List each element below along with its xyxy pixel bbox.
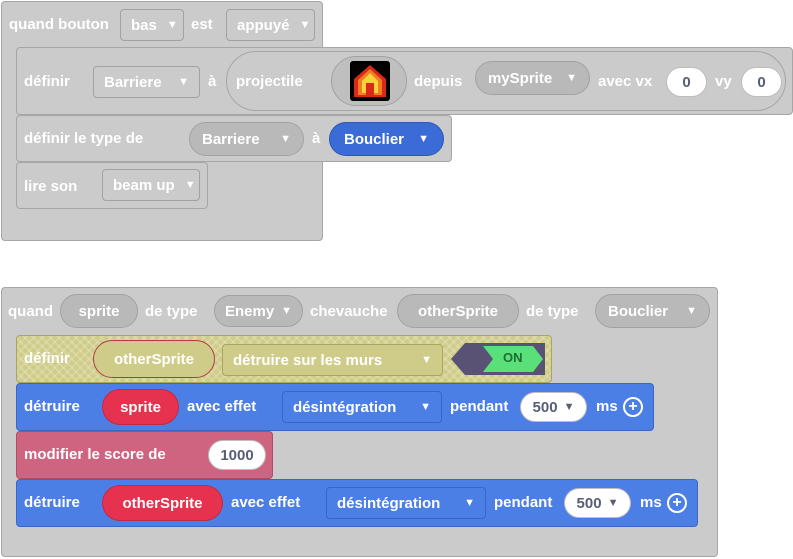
house-sprite-icon <box>350 61 390 101</box>
of-kind-label-1: de type <box>145 303 198 320</box>
chevron-down-icon: ▼ <box>166 19 178 31</box>
effect-value-1: désintégration <box>293 398 397 416</box>
chevron-down-icon: ▼ <box>299 19 311 31</box>
destroy-target-pill-1[interactable]: sprite <box>102 389 179 425</box>
toggle-on-label: ON <box>503 350 523 365</box>
chevron-down-icon: ▼ <box>418 133 429 145</box>
sound-dropdown[interactable]: beam up ▼ <box>102 169 200 201</box>
chevron-down-icon: ▼ <box>464 497 475 509</box>
set-label: définir <box>24 73 70 90</box>
kind-variable-dropdown[interactable]: Barriere ▼ <box>189 122 304 156</box>
vy-input[interactable]: 0 <box>741 67 782 97</box>
hat-est-label: est <box>191 16 213 33</box>
chevron-down-icon: ▼ <box>280 133 291 145</box>
plus-circle-icon[interactable]: + <box>667 493 687 513</box>
to-label: à <box>208 73 217 90</box>
other-sprite-param-pill[interactable]: otherSprite <box>397 294 519 328</box>
overlaps-label: chevauche <box>310 303 388 320</box>
on-off-toggle[interactable]: ON <box>451 343 545 375</box>
chevron-down-icon: ▼ <box>421 354 432 366</box>
sprite-dropdown[interactable]: mySprite ▼ <box>475 61 590 95</box>
chevron-down-icon: ▼ <box>566 72 577 84</box>
ms-label-2: ms <box>640 494 662 511</box>
flag-value: détruire sur les murs <box>233 351 383 369</box>
other-sprite-param-value: otherSprite <box>417 302 498 320</box>
flag-sprite-pill[interactable]: otherSprite <box>93 340 215 378</box>
chevron-down-icon: ▼ <box>563 401 575 413</box>
bouclier-kind-value: Bouclier <box>608 302 669 320</box>
during-label-2: pendant <box>494 494 553 511</box>
effect-dropdown-1[interactable]: désintégration ▼ <box>282 391 442 423</box>
hat-when-label: quand <box>8 303 53 320</box>
kind-value: Bouclier <box>344 130 405 148</box>
button-dropdown[interactable]: bas ▼ <box>120 9 184 41</box>
of-kind-label-2: de type <box>526 303 579 320</box>
enemy-kind-value: Enemy <box>225 302 275 320</box>
effect-value-2: désintégration <box>337 494 441 512</box>
ms-value-2: 500 <box>576 494 602 512</box>
chevron-down-icon: ▼ <box>607 497 619 509</box>
projectile-label: projectile <box>236 73 303 90</box>
destroy-label-2: détruire <box>24 494 80 511</box>
score-input[interactable]: 1000 <box>208 440 266 470</box>
during-label-1: pendant <box>450 398 509 415</box>
change-score-label: modifier le score de <box>24 446 166 463</box>
variable-dropdown[interactable]: Barriere ▼ <box>93 66 200 98</box>
sound-value: beam up <box>113 176 175 194</box>
kind-to-label: à <box>312 130 321 147</box>
sprite-value: mySprite <box>488 69 553 87</box>
state-value: appuyé <box>237 16 290 34</box>
ms-value-1: 500 <box>532 398 558 416</box>
destroy-target-pill-2[interactable]: otherSprite <box>102 485 223 521</box>
hat-row: quand bouton bas ▼ est appuyé ▼ <box>1 1 323 47</box>
score-value: 1000 <box>220 446 254 464</box>
flag-dropdown[interactable]: détruire sur les murs ▼ <box>222 344 443 376</box>
kind-dropdown[interactable]: Bouclier ▼ <box>329 122 444 156</box>
chevron-down-icon: ▼ <box>420 401 431 413</box>
with-vx-label: avec vx <box>598 73 653 90</box>
vy-label: vy <box>715 73 732 90</box>
set-kind-label: définir le type de <box>24 130 144 147</box>
variable-value: Barriere <box>104 73 162 91</box>
flag-sprite-value: otherSprite <box>113 350 194 368</box>
sprite-param-pill[interactable]: sprite <box>60 294 138 328</box>
vx-value: 0 <box>682 73 691 91</box>
chevron-down-icon: ▼ <box>184 179 196 191</box>
button-value: bas <box>131 16 157 34</box>
kind-variable-value: Barriere <box>202 130 260 148</box>
chevron-down-icon: ▼ <box>281 305 292 317</box>
enemy-kind-dropdown[interactable]: Enemy ▼ <box>214 295 303 327</box>
ms-label-1: ms <box>596 398 618 415</box>
destroy-label-1: détruire <box>24 398 80 415</box>
plus-circle-icon[interactable]: + <box>623 397 643 417</box>
state-dropdown[interactable]: appuyé ▼ <box>226 9 315 41</box>
destroy-target-value-1: sprite <box>120 398 161 416</box>
vy-value: 0 <box>757 73 766 91</box>
chevron-down-icon: ▼ <box>178 76 189 88</box>
with-effect-label-2: avec effet <box>231 494 301 511</box>
from-label: depuis <box>414 73 463 90</box>
with-effect-label-1: avec effet <box>187 398 257 415</box>
ms-dropdown-2[interactable]: 500 ▼ <box>564 488 631 518</box>
effect-dropdown-2[interactable]: désintégration ▼ <box>326 487 486 519</box>
ms-dropdown-1[interactable]: 500 ▼ <box>520 392 587 422</box>
bouclier-kind-dropdown[interactable]: Bouclier ▼ <box>595 294 710 328</box>
hat-quand-bouton-label: quand bouton <box>9 16 109 33</box>
destroy-target-value-2: otherSprite <box>122 494 203 512</box>
play-sound-label: lire son <box>24 178 78 195</box>
set-flag-label: définir <box>24 350 70 367</box>
chevron-down-icon: ▼ <box>686 305 697 317</box>
vx-input[interactable]: 0 <box>666 67 707 97</box>
sprite-param-value: sprite <box>78 302 120 320</box>
